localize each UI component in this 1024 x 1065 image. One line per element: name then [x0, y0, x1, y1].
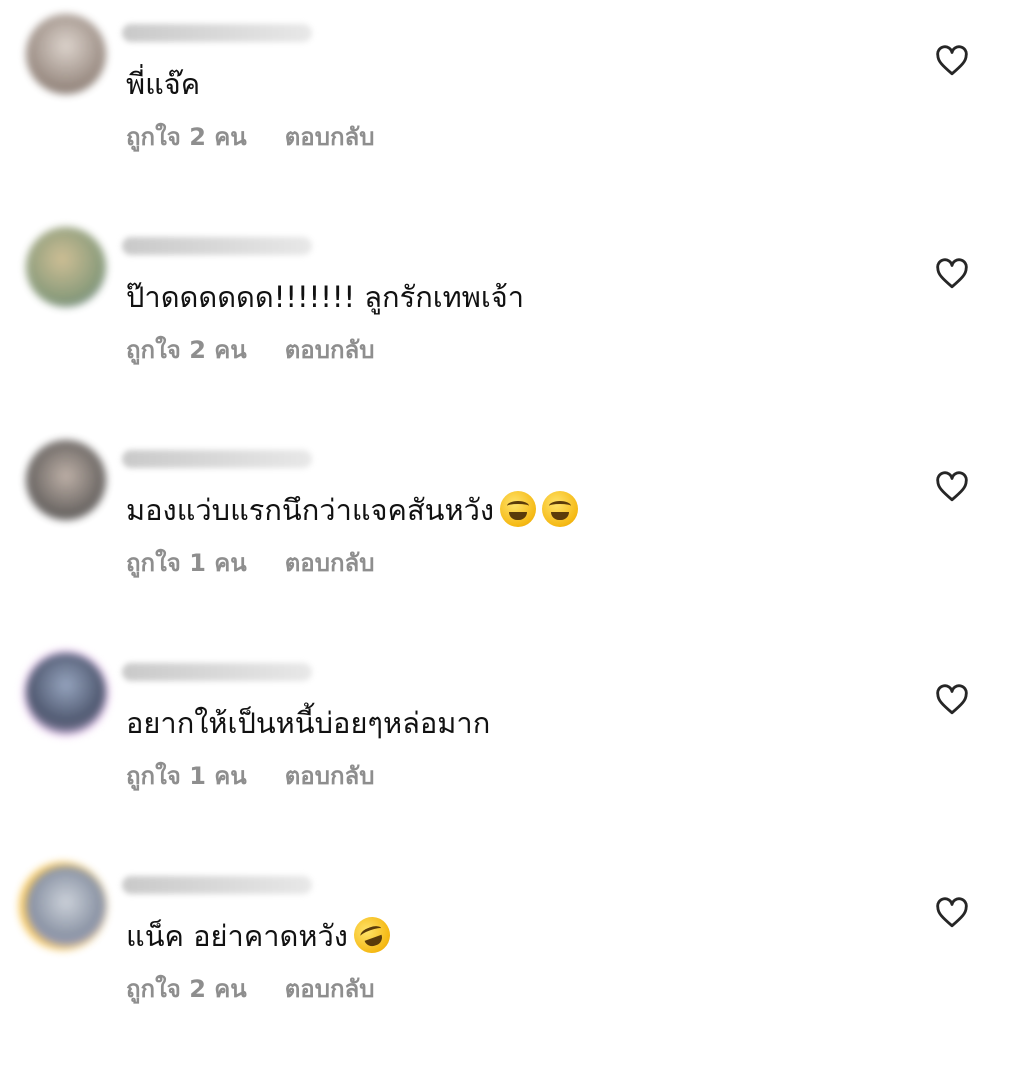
comment-item: แน็ค อย่าคาดหวัง ถูกใจ 2 คน ตอบกลับ — [0, 852, 1024, 1065]
reply-button[interactable]: ตอบกลับ — [285, 123, 375, 151]
comment-text: แน็ค อย่าคาดหวัง — [126, 911, 395, 959]
avatar[interactable] — [26, 653, 106, 733]
heart-icon[interactable] — [935, 897, 969, 929]
comment-text: มองแว่บแรกนึกว่าแจคสันหวัง — [126, 490, 579, 530]
username-blurred[interactable] — [122, 237, 312, 255]
reply-button[interactable]: ตอบกลับ — [285, 762, 375, 790]
like-count[interactable]: ถูกใจ 2 คน — [126, 975, 247, 1003]
avatar[interactable] — [26, 866, 106, 946]
comment-item: พี่แจ๊ค ถูกใจ 2 คน ตอบกลับ — [0, 0, 1024, 213]
comment-item: มองแว่บแรกนึกว่าแจคสันหวัง ถูกใจ 1 คน ตอบ… — [0, 426, 1024, 639]
avatar[interactable] — [26, 227, 106, 307]
like-count[interactable]: ถูกใจ 2 คน — [126, 123, 247, 151]
comment-meta: ถูกใจ 1 คน ตอบกลับ — [126, 548, 374, 578]
comment-item: อยากให้เป็นหนี้บ่อยๆหล่อมาก ถูกใจ 1 คน ตอ… — [0, 639, 1024, 852]
comment-text: อยากให้เป็นหนี้บ่อยๆหล่อมาก — [126, 706, 491, 740]
username-blurred[interactable] — [122, 876, 312, 894]
username-blurred[interactable] — [122, 663, 312, 681]
comment-meta: ถูกใจ 2 คน ตอบกลับ — [126, 335, 374, 365]
like-count[interactable]: ถูกใจ 1 คน — [126, 549, 247, 577]
comment-text: พี่แจ๊ค — [126, 67, 201, 101]
avatar[interactable] — [26, 440, 106, 520]
comment-meta: ถูกใจ 2 คน ตอบกลับ — [126, 122, 374, 152]
like-count[interactable]: ถูกใจ 2 คน — [126, 336, 247, 364]
username-blurred[interactable] — [122, 24, 312, 42]
reply-button[interactable]: ตอบกลับ — [285, 549, 375, 577]
reply-button[interactable]: ตอบกลับ — [285, 336, 375, 364]
heart-icon[interactable] — [935, 471, 969, 503]
comment-item: ป๊าดดดดดด!!!!!!! ลูกรักเทพเจ้า ถูกใจ 2 ค… — [0, 213, 1024, 426]
username-blurred[interactable] — [122, 450, 312, 468]
comment-meta: ถูกใจ 2 คน ตอบกลับ — [126, 974, 374, 1004]
heart-icon[interactable] — [935, 45, 969, 77]
comment-text: ป๊าดดดดดด!!!!!!! ลูกรักเทพเจ้า — [126, 280, 525, 314]
grinning-squinting-emoji — [500, 491, 537, 527]
reply-button[interactable]: ตอบกลับ — [285, 975, 375, 1003]
heart-icon[interactable] — [935, 684, 969, 716]
heart-icon[interactable] — [935, 258, 969, 290]
comment-meta: ถูกใจ 1 คน ตอบกลับ — [126, 761, 374, 791]
grinning-squinting-emoji — [542, 491, 579, 527]
like-count[interactable]: ถูกใจ 1 คน — [126, 762, 247, 790]
avatar[interactable] — [26, 14, 106, 94]
rolling-laughing-emoji — [348, 911, 395, 959]
